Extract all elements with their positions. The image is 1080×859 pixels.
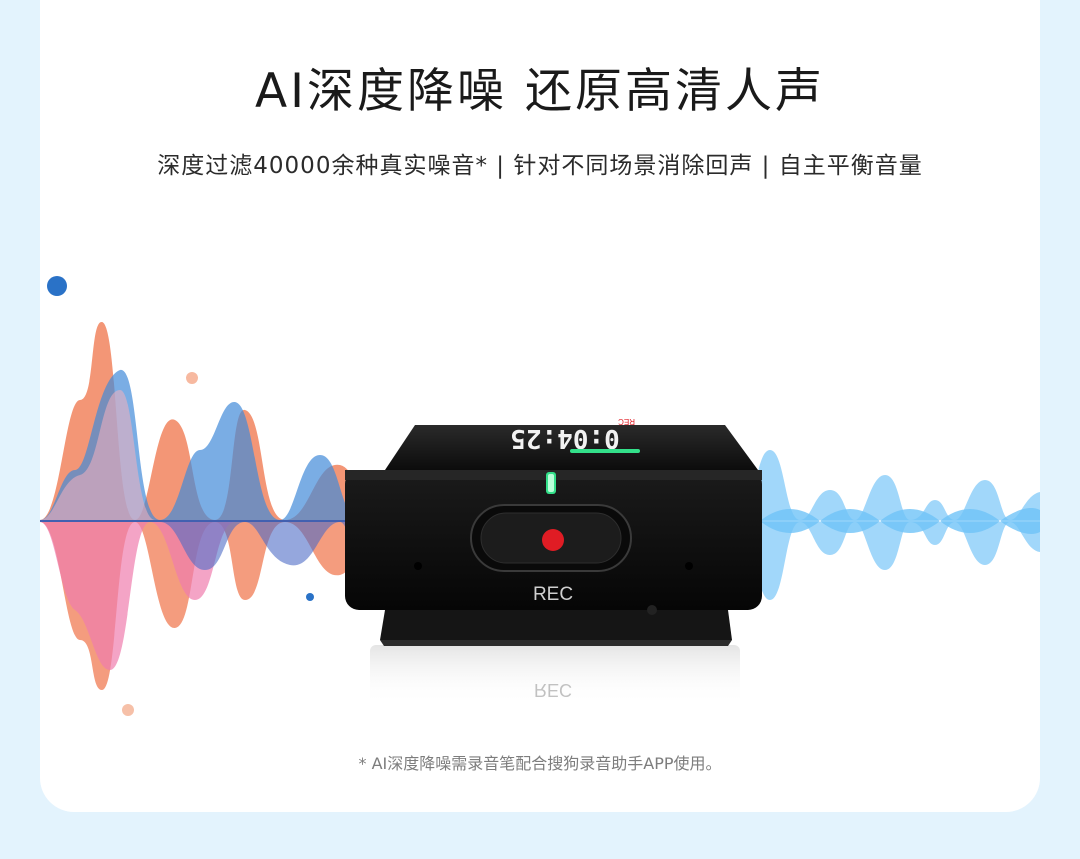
right-sound-wave (740, 450, 1040, 600)
dot-peach-small (122, 704, 134, 716)
content-card: AI深度降噪 还原高清人声 深度过滤40000余种真实噪音* | 针对不同场景消… (40, 0, 1040, 812)
product-illustration: REC 0:04:25 REC REC (40, 276, 1040, 716)
recorder-device: 0:04:25 REC REC (345, 417, 762, 615)
dot-peach (186, 372, 198, 384)
screen-time: 0:04:25 (510, 423, 620, 453)
mic-hole-right (685, 562, 693, 570)
reflection-label: REC (534, 680, 572, 700)
screen-rec: REC (618, 417, 635, 426)
dot-blue-small (306, 593, 314, 601)
mic-hole-left (414, 562, 422, 570)
left-sound-wave (40, 321, 372, 690)
footnote: * AI深度降噪需录音笔配合搜狗录音助手APP使用。 (358, 754, 722, 773)
rec-label: REC (533, 584, 573, 605)
record-dot-icon (542, 529, 564, 551)
dot-blue-large (47, 276, 67, 296)
device-stand (380, 610, 732, 640)
screen-battery-bar (570, 449, 640, 453)
